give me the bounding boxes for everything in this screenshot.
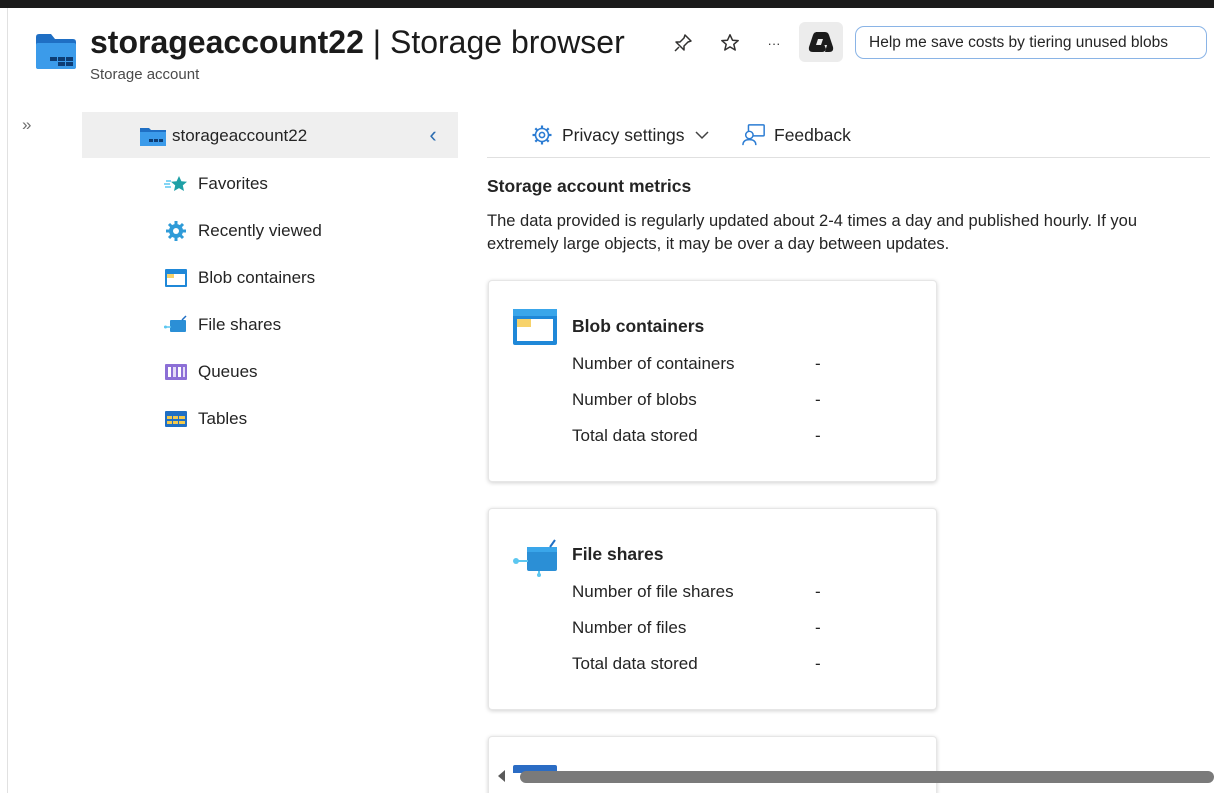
tree-item-label: Tables: [198, 409, 248, 428]
copilot-suggestion-button[interactable]: Help me save costs by tiering unused blo…: [855, 26, 1207, 59]
metrics-section-title: Storage account metrics: [487, 176, 692, 196]
resource-name: storageaccount22: [90, 24, 364, 60]
card-title: File shares: [572, 544, 664, 564]
feedback-label: Feedback: [774, 124, 851, 145]
tree-root-storage-account[interactable]: storageaccount22 ‹: [82, 112, 458, 158]
more-icon: ···: [767, 35, 781, 51]
metric-label: Total data stored: [572, 654, 698, 673]
chevron-down-icon: [695, 130, 709, 140]
metric-label: Number of file shares: [572, 582, 734, 601]
metrics-description: The data provided is regularly updated a…: [487, 210, 1210, 256]
tree-item-label: Queues: [198, 362, 258, 381]
collapse-tree-button[interactable]: ‹: [422, 122, 444, 148]
metrics-description-line: extremely large objects, it may be over …: [487, 235, 950, 253]
page-title: storageaccount22 | Storage browser: [90, 22, 625, 62]
star-icon: [164, 174, 188, 194]
metric-label: Number of files: [572, 618, 687, 637]
copilot-icon: [808, 32, 834, 52]
expand-menu-icon[interactable]: »: [22, 115, 31, 135]
tree-item-recently-viewed[interactable]: Recently viewed: [164, 218, 322, 244]
blob-containers-card: Blob containers Number of containers - N…: [488, 280, 937, 482]
tree-item-label: File shares: [198, 315, 282, 334]
chevron-left-icon: ‹: [429, 122, 437, 147]
metric-value: -: [815, 354, 821, 373]
window-left-edge: [7, 8, 8, 793]
tree-item-tables[interactable]: Tables: [164, 406, 247, 432]
window-top-border: [0, 0, 1214, 8]
metric-value: -: [815, 618, 821, 637]
card-title: Blob containers: [572, 316, 705, 336]
file-share-icon: [164, 315, 188, 335]
scroll-left-icon[interactable]: [498, 770, 505, 782]
metric-value: -: [815, 654, 821, 673]
metric-label: Number of containers: [572, 354, 735, 373]
gear-icon: [530, 123, 554, 147]
metrics-description-line: The data provided is regularly updated a…: [487, 212, 1138, 230]
blade-name: | Storage browser: [363, 24, 625, 60]
pin-icon: [674, 34, 692, 52]
tree-item-label: Favorites: [198, 174, 268, 193]
page-subtitle: Storage account: [90, 66, 200, 83]
privacy-settings-label: Privacy settings: [562, 124, 685, 145]
file-share-icon: [513, 537, 557, 577]
tree-item-label: Blob containers: [198, 268, 316, 287]
gear-icon: [164, 221, 188, 241]
metric-label: Total data stored: [572, 426, 698, 445]
storage-account-icon: [36, 33, 76, 69]
metric-label: Number of blobs: [572, 390, 697, 409]
blob-container-icon: [164, 268, 188, 288]
horizontal-scrollbar[interactable]: [492, 767, 1214, 787]
command-bar: Privacy settings Feedback: [487, 112, 1210, 158]
favorite-button[interactable]: [717, 30, 743, 56]
tree-item-blob-containers[interactable]: Blob containers: [164, 265, 315, 291]
table-icon: [164, 409, 188, 429]
blob-container-icon: [513, 309, 557, 345]
tree-item-favorites[interactable]: Favorites: [164, 171, 268, 197]
feedback-icon: [742, 123, 766, 147]
metric-value: -: [815, 582, 821, 601]
more-actions-button[interactable]: ···: [761, 30, 787, 56]
queue-icon: [164, 362, 188, 382]
feedback-button[interactable]: Feedback: [742, 122, 851, 148]
metric-value: -: [815, 390, 821, 409]
file-shares-card: File shares Number of file shares - Numb…: [488, 508, 937, 710]
copilot-button[interactable]: [799, 22, 843, 62]
metric-value: -: [815, 426, 821, 445]
pin-button[interactable]: [670, 30, 696, 56]
tree-item-label: Recently viewed: [198, 221, 322, 240]
privacy-settings-button[interactable]: Privacy settings: [530, 122, 709, 148]
storage-account-icon: [140, 126, 166, 146]
star-outline-icon: [721, 34, 739, 51]
tree-item-file-shares[interactable]: File shares: [164, 312, 281, 338]
tree-root-label: storageaccount22: [172, 126, 308, 145]
scrollbar-thumb[interactable]: [520, 771, 1214, 783]
tree-item-queues[interactable]: Queues: [164, 359, 258, 385]
